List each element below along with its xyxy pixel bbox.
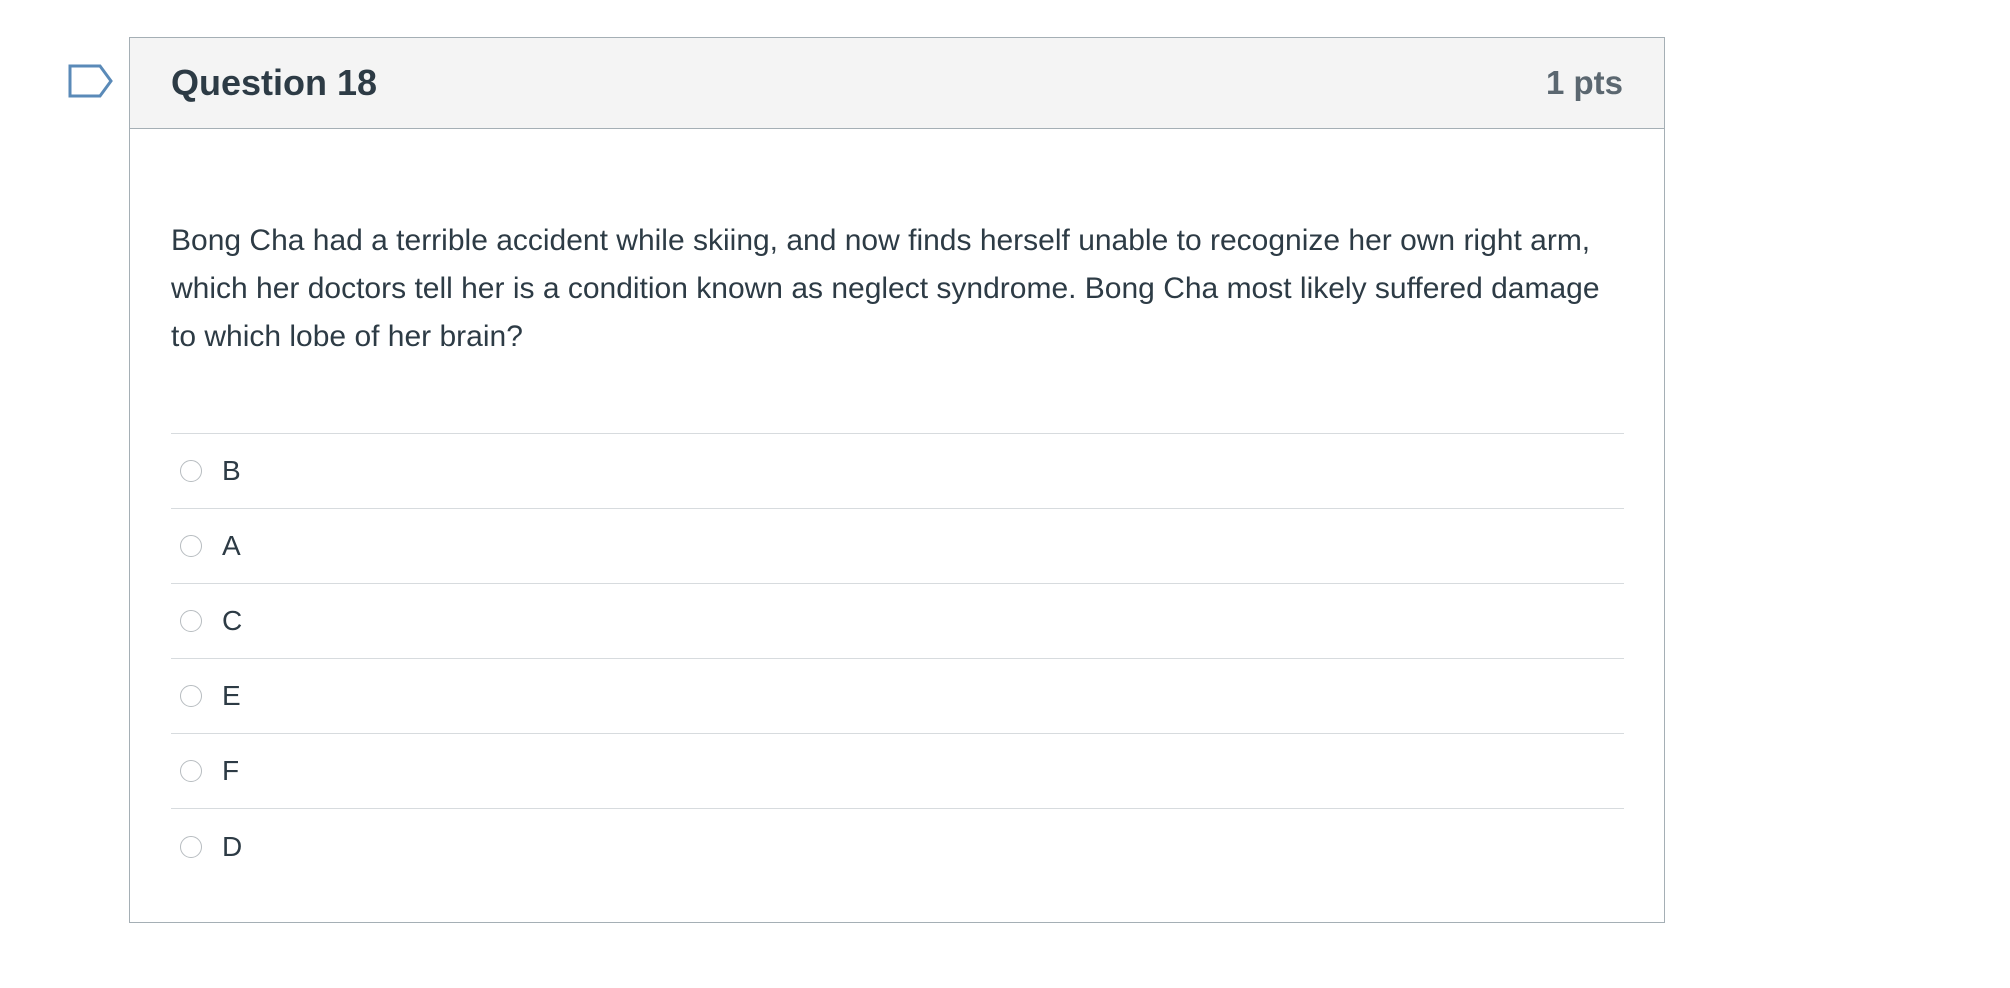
question-text: Bong Cha had a terrible accident while s… (171, 224, 1600, 353)
answer-option[interactable]: C (171, 584, 1624, 659)
flag-question-icon[interactable] (68, 64, 114, 98)
answer-label: B (222, 455, 241, 486)
answer-label: E (222, 680, 241, 711)
answer-option[interactable]: D (171, 809, 1624, 884)
question-header: Question 18 1 pts (130, 38, 1664, 129)
radio-button[interactable] (180, 610, 202, 632)
answer-label: D (222, 830, 243, 862)
answer-label: A (222, 530, 241, 561)
question-body: Bong Cha had a terrible accident while s… (130, 217, 1664, 884)
answer-label: C (222, 605, 243, 636)
radio-button[interactable] (180, 760, 202, 782)
answer-list: B A C E F D (171, 433, 1624, 884)
question-title: Question 18 (171, 62, 378, 103)
answer-option[interactable]: E (171, 659, 1624, 734)
question-card: Question 18 1 pts Bong Cha had a terribl… (129, 37, 1665, 923)
quiz-page: Question 18 1 pts Bong Cha had a terribl… (0, 0, 2010, 988)
radio-button[interactable] (180, 460, 202, 482)
radio-button[interactable] (180, 535, 202, 557)
question-points: 1 pts (1545, 64, 1623, 101)
radio-button[interactable] (180, 835, 202, 858)
answer-label: F (222, 755, 240, 786)
answer-option[interactable]: F (171, 734, 1624, 809)
radio-button[interactable] (180, 685, 202, 707)
answer-option[interactable]: A (171, 509, 1624, 584)
answer-option[interactable]: B (171, 434, 1624, 509)
